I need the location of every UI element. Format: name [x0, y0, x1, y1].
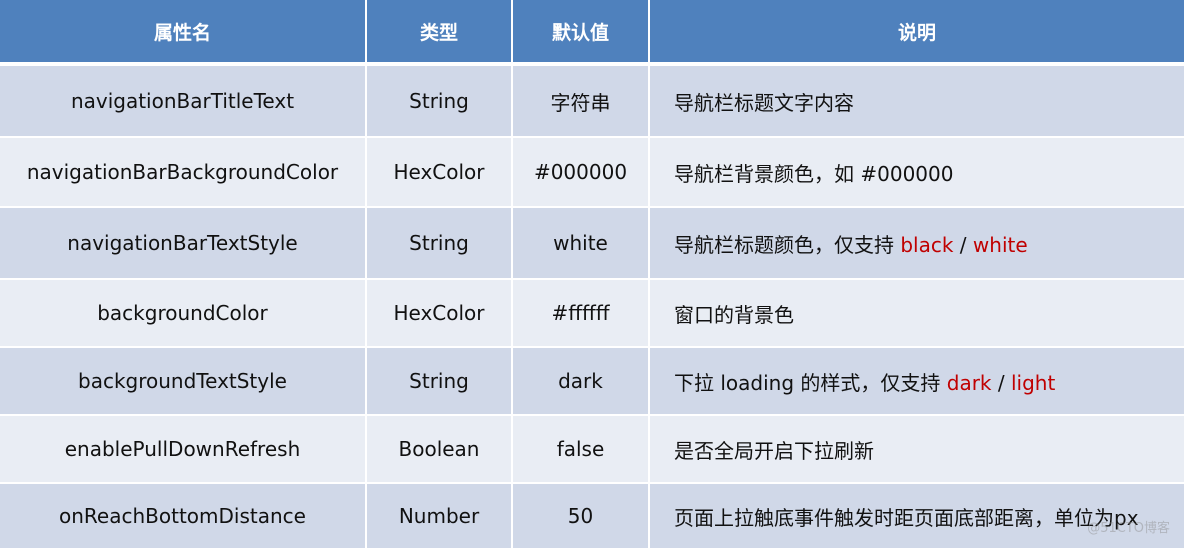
- header-description: 说明: [649, 0, 1184, 64]
- property-default: #000000: [512, 137, 649, 207]
- property-name: navigationBarTextStyle: [0, 207, 366, 279]
- property-description: 是否全局开启下拉刷新: [649, 415, 1184, 483]
- property-default: 50: [512, 483, 649, 549]
- option-separator: /: [953, 233, 972, 257]
- watermark: @51CTO博客: [1087, 517, 1170, 536]
- property-type: String: [366, 207, 512, 279]
- property-name: backgroundTextStyle: [0, 347, 366, 415]
- table-row: navigationBarTitleText String 字符串 导航栏标题文…: [0, 64, 1184, 137]
- option-highlight: white: [973, 233, 1028, 257]
- option-separator: /: [992, 371, 1011, 395]
- property-type: String: [366, 64, 512, 137]
- property-name: navigationBarTitleText: [0, 64, 366, 137]
- description-text: 导航栏标题颜色，仅支持: [674, 233, 900, 257]
- property-name: enablePullDownRefresh: [0, 415, 366, 483]
- property-name: backgroundColor: [0, 279, 366, 347]
- property-type: Number: [366, 483, 512, 549]
- property-description: 导航栏标题文字内容: [649, 64, 1184, 137]
- property-description: 导航栏背景颜色，如 #000000: [649, 137, 1184, 207]
- property-type: String: [366, 347, 512, 415]
- property-description: 窗口的背景色: [649, 279, 1184, 347]
- property-description: 页面上拉触底事件触发时距页面底部距离，单位为px: [649, 483, 1184, 549]
- table-header-row: 属性名 类型 默认值 说明: [0, 0, 1184, 64]
- option-highlight: black: [900, 233, 953, 257]
- header-default-value: 默认值: [512, 0, 649, 64]
- description-text: 导航栏背景颜色，如 #000000: [674, 162, 953, 186]
- header-property-name: 属性名: [0, 0, 366, 64]
- description-text: 下拉 loading 的样式，仅支持: [674, 371, 947, 395]
- option-highlight: light: [1011, 371, 1055, 395]
- table-row: navigationBarBackgroundColor HexColor #0…: [0, 137, 1184, 207]
- property-description: 下拉 loading 的样式，仅支持 dark / light: [649, 347, 1184, 415]
- property-description: 导航栏标题颜色，仅支持 black / white: [649, 207, 1184, 279]
- property-type: HexColor: [366, 279, 512, 347]
- description-text: 导航栏标题文字内容: [674, 91, 854, 115]
- property-default: white: [512, 207, 649, 279]
- description-text: 是否全局开启下拉刷新: [674, 439, 874, 463]
- table-row: onReachBottomDistance Number 50 页面上拉触底事件…: [0, 483, 1184, 549]
- option-highlight: dark: [947, 371, 992, 395]
- property-type: HexColor: [366, 137, 512, 207]
- property-default: dark: [512, 347, 649, 415]
- description-text: 窗口的背景色: [674, 303, 794, 327]
- property-default: false: [512, 415, 649, 483]
- table-row: enablePullDownRefresh Boolean false 是否全局…: [0, 415, 1184, 483]
- property-default: #ffffff: [512, 279, 649, 347]
- properties-table: 属性名 类型 默认值 说明 navigationBarTitleText Str…: [0, 0, 1184, 550]
- table-row: navigationBarTextStyle String white 导航栏标…: [0, 207, 1184, 279]
- description-text: 页面上拉触底事件触发时距页面底部距离，单位为px: [674, 506, 1139, 530]
- property-default: 字符串: [512, 64, 649, 137]
- property-name: onReachBottomDistance: [0, 483, 366, 549]
- header-type: 类型: [366, 0, 512, 64]
- property-type: Boolean: [366, 415, 512, 483]
- table-row: backgroundTextStyle String dark 下拉 loadi…: [0, 347, 1184, 415]
- property-name: navigationBarBackgroundColor: [0, 137, 366, 207]
- table-row: backgroundColor HexColor #ffffff 窗口的背景色: [0, 279, 1184, 347]
